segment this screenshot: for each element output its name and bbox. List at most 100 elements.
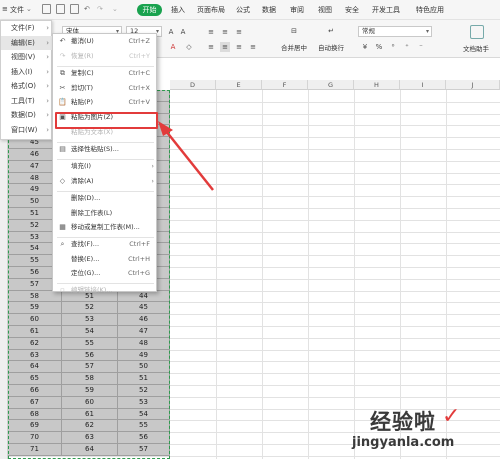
- print-icon[interactable]: [70, 4, 79, 14]
- column-header-g[interactable]: G: [308, 80, 354, 90]
- table-cell[interactable]: 63: [62, 432, 118, 444]
- menu-item-view[interactable]: 视图(V) ›: [1, 50, 53, 65]
- table-cell[interactable]: 70: [8, 432, 62, 444]
- table-cell[interactable]: 52: [62, 302, 118, 315]
- wrap-text-icon[interactable]: ↵: [326, 26, 336, 36]
- context-item-replace[interactable]: 替换(E)... Ctrl+H: [53, 252, 158, 267]
- hamburger-icon[interactable]: ≡: [2, 5, 8, 13]
- menu-item-data[interactable]: 数据(D) ›: [1, 108, 53, 123]
- dropdown-icon[interactable]: ⌄: [112, 5, 118, 13]
- table-cell[interactable]: 66: [8, 385, 62, 397]
- table-cell[interactable]: 59: [62, 385, 118, 397]
- table-cell[interactable]: 52: [118, 385, 170, 397]
- merge-center-icon[interactable]: ⊟: [289, 26, 299, 36]
- table-cell[interactable]: 62: [62, 420, 118, 433]
- context-item-fill[interactable]: 填充(I) ›: [53, 159, 158, 174]
- menu-item-window[interactable]: 窗口(W) ›: [1, 123, 53, 138]
- decrease-decimal-icon[interactable]: ⁻: [416, 42, 426, 52]
- currency-icon[interactable]: ¥: [360, 42, 370, 52]
- table-cell[interactable]: 54: [62, 326, 118, 338]
- table-cell[interactable]: 48: [118, 337, 170, 350]
- context-item-undo[interactable]: ↶ 撤消(U) Ctrl+Z: [53, 34, 158, 49]
- table-cell[interactable]: 55: [62, 337, 118, 350]
- table-cell[interactable]: 61: [62, 408, 118, 421]
- menu-file[interactable]: 文件: [10, 5, 24, 15]
- tab-review[interactable]: 审阅: [290, 5, 304, 15]
- menu-item-file[interactable]: 文件(F) ›: [1, 21, 53, 36]
- context-item-delete-sheet[interactable]: 删除工作表(L): [53, 206, 158, 221]
- table-cell[interactable]: 57: [62, 361, 118, 374]
- table-cell[interactable]: 51: [118, 373, 170, 385]
- table-cell[interactable]: 64: [8, 361, 62, 374]
- table-cell[interactable]: 69: [8, 420, 62, 433]
- row-header-strip[interactable]: [0, 90, 8, 459]
- document-assistant-label[interactable]: 文档助手: [463, 43, 489, 53]
- table-cell[interactable]: 49: [118, 349, 170, 362]
- table-cell[interactable]: 58: [62, 373, 118, 385]
- table-cell[interactable]: 56: [118, 432, 170, 444]
- redo-toolbar-icon[interactable]: ↷: [97, 5, 103, 13]
- tab-security[interactable]: 安全: [345, 5, 359, 15]
- tab-view[interactable]: 视图: [318, 5, 332, 15]
- table-cell[interactable]: 46: [118, 314, 170, 326]
- table-cell[interactable]: 45: [118, 302, 170, 315]
- align-center-icon[interactable]: ≡: [220, 42, 230, 52]
- table-cell[interactable]: 56: [62, 349, 118, 362]
- number-format-select[interactable]: 常规 ▾: [358, 26, 432, 37]
- merge-center-label[interactable]: 合并居中: [281, 42, 307, 52]
- column-header-f[interactable]: F: [262, 80, 308, 90]
- menu-item-tools[interactable]: 工具(T) ›: [1, 94, 53, 109]
- font-color-icon[interactable]: A: [168, 42, 178, 52]
- decrease-font-icon[interactable]: A: [178, 27, 188, 37]
- tab-data[interactable]: 数据: [262, 5, 276, 15]
- column-header-e[interactable]: E: [216, 80, 262, 90]
- context-item-find[interactable]: ⌕ 查找(F)... Ctrl+F: [53, 237, 158, 252]
- increase-font-icon[interactable]: A: [166, 27, 176, 37]
- context-item-copy[interactable]: ⧉ 复制(C) Ctrl+C: [53, 66, 158, 81]
- table-cell[interactable]: 55: [118, 420, 170, 433]
- table-cell[interactable]: 62: [8, 337, 62, 350]
- table-cell[interactable]: 57: [118, 444, 170, 456]
- table-cell[interactable]: 53: [62, 314, 118, 326]
- increase-decimal-icon[interactable]: ⁺: [402, 42, 412, 52]
- column-header-j[interactable]: J: [446, 80, 500, 90]
- tab-insert[interactable]: 插入: [171, 5, 185, 15]
- context-item-paste[interactable]: 📋 粘贴(P) Ctrl+V: [53, 95, 158, 110]
- chevron-down-icon[interactable]: ⌄: [26, 5, 32, 13]
- eraser-icon[interactable]: ◇: [184, 42, 194, 52]
- menu-item-edit[interactable]: 编辑(E) ›: [1, 35, 53, 50]
- tab-page-layout[interactable]: 页面布局: [197, 5, 225, 15]
- thousands-icon[interactable]: ⁰: [388, 42, 398, 52]
- column-header-h[interactable]: H: [354, 80, 400, 90]
- context-item-cut[interactable]: ✂ 剪切(T) Ctrl+X: [53, 81, 158, 96]
- tab-special[interactable]: 特色应用: [416, 5, 444, 15]
- context-item-goto[interactable]: 定位(G)... Ctrl+G: [53, 266, 158, 281]
- open-icon[interactable]: [56, 4, 65, 14]
- tab-start[interactable]: 开始: [137, 4, 162, 16]
- undo-toolbar-icon[interactable]: ↶: [84, 5, 90, 13]
- context-item-delete[interactable]: 删除(D)...: [53, 191, 158, 206]
- context-item-clear[interactable]: ◇ 清除(A) ›: [53, 174, 158, 189]
- tab-developer[interactable]: 开发工具: [372, 5, 400, 15]
- column-header-d[interactable]: D: [170, 80, 216, 90]
- table-cell[interactable]: 63: [8, 349, 62, 362]
- table-cell[interactable]: 71: [8, 444, 62, 456]
- context-item-paste-special[interactable]: ▤ 选择性粘贴(S)...: [53, 142, 158, 157]
- column-header-i[interactable]: I: [400, 80, 446, 90]
- context-item-move-copy-sheet[interactable]: ▦ 移动或复制工作表(M)...: [53, 220, 158, 235]
- tab-formula[interactable]: 公式: [236, 5, 250, 15]
- table-cell[interactable]: 60: [62, 396, 118, 409]
- align-right-icon[interactable]: ≡: [234, 42, 244, 52]
- document-assistant-icon[interactable]: [470, 25, 484, 39]
- table-cell[interactable]: 68: [8, 408, 62, 421]
- table-cell[interactable]: 47: [118, 326, 170, 338]
- table-cell[interactable]: 54: [118, 408, 170, 421]
- menu-item-format[interactable]: 格式(O) ›: [1, 79, 53, 94]
- align-bottom-icon[interactable]: ≡: [234, 27, 244, 37]
- wrap-text-label[interactable]: 自动换行: [318, 42, 344, 52]
- table-cell[interactable]: 60: [8, 314, 62, 326]
- table-cell[interactable]: 64: [62, 444, 118, 456]
- menu-item-insert[interactable]: 插入(I) ›: [1, 65, 53, 80]
- table-cell[interactable]: 67: [8, 396, 62, 409]
- percent-icon[interactable]: %: [374, 42, 384, 52]
